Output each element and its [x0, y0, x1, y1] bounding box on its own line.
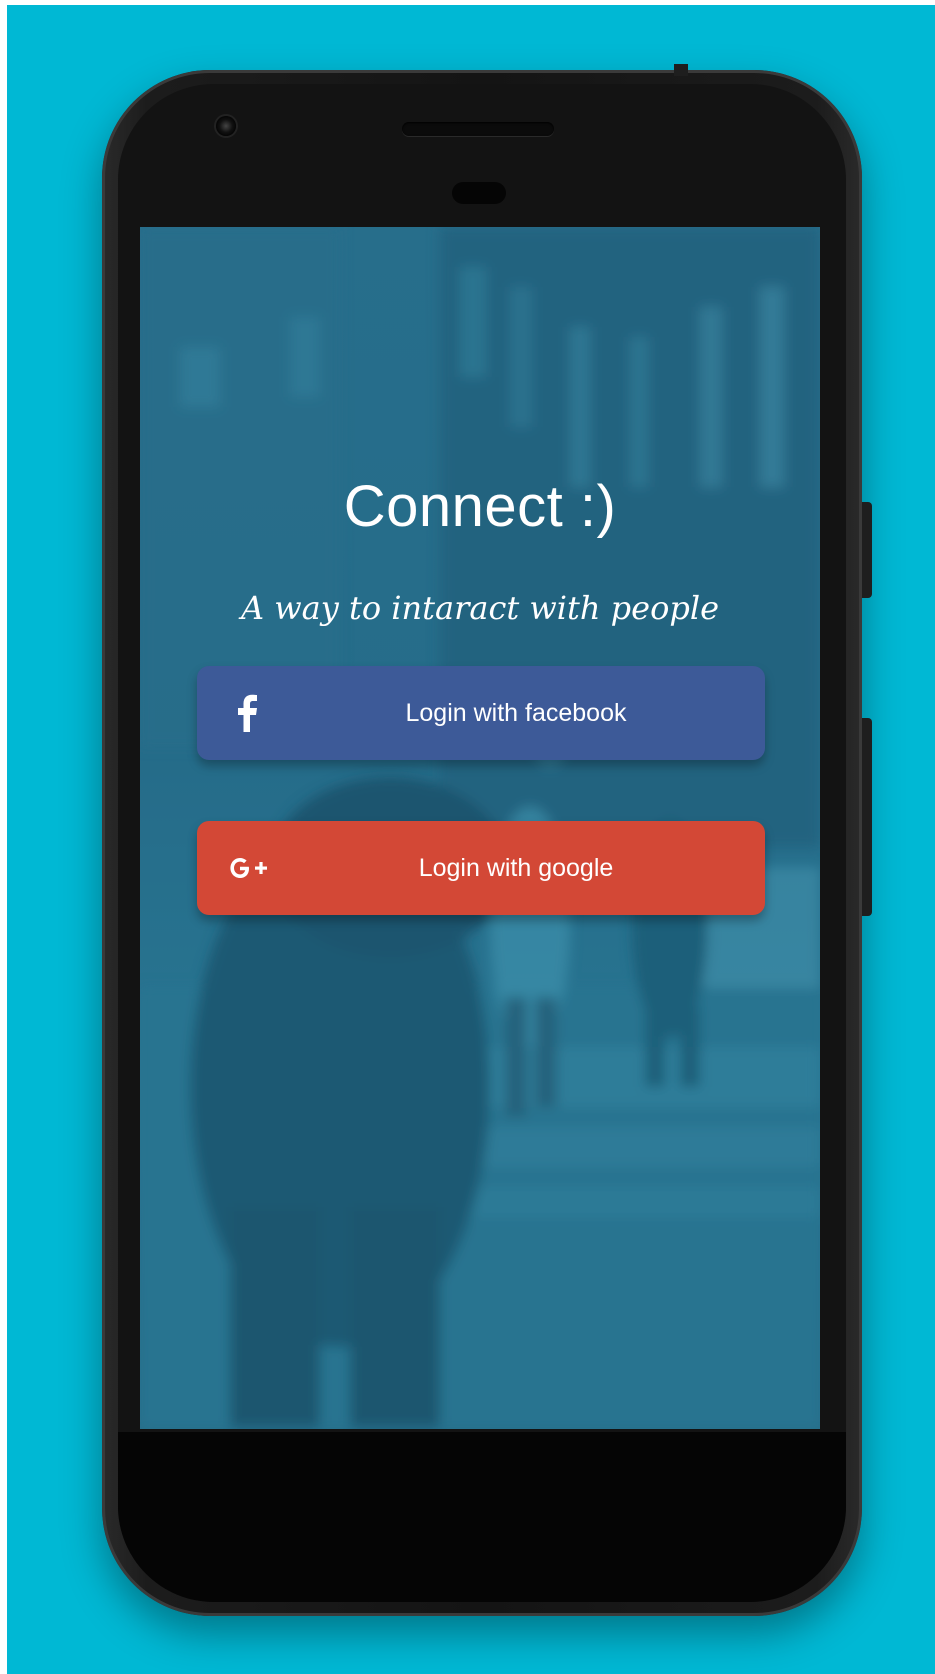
- login-facebook-button[interactable]: Login with facebook: [197, 666, 765, 760]
- google-plus-icon: [230, 858, 267, 878]
- background-canvas: Connect :) A way to intaract with people…: [7, 5, 935, 1674]
- facebook-icon: [238, 694, 257, 732]
- app-title: Connect :): [343, 474, 617, 539]
- phone-top-edge: [674, 64, 688, 76]
- earpiece-speaker: [402, 122, 554, 136]
- volume-button: [862, 718, 872, 916]
- proximity-sensor: [452, 182, 506, 204]
- app-tagline: A way to intaract with people: [240, 589, 719, 627]
- login-google-label: Login with google: [418, 853, 614, 882]
- phone-chin: [118, 1432, 846, 1602]
- app-screen: Connect :) A way to intaract with people…: [140, 227, 820, 1429]
- login-facebook-label: Login with facebook: [405, 698, 627, 727]
- power-button: [862, 502, 872, 598]
- front-camera-icon: [216, 116, 236, 136]
- login-google-button[interactable]: Login with google: [197, 821, 765, 915]
